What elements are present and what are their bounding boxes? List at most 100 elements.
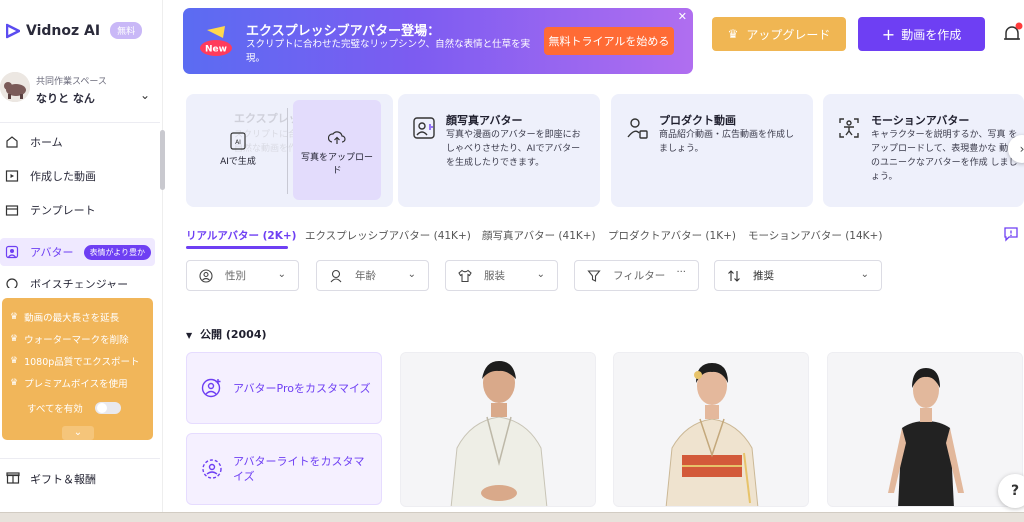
customize-pro-label: アバターProをカスタマイズ (233, 382, 371, 395)
sidebar-item-templates[interactable]: テンプレート (0, 196, 155, 224)
enable-all-row: すべてを有効 (27, 401, 121, 415)
free-badge: 無料 (110, 22, 143, 39)
help-button[interactable]: ? (998, 474, 1024, 508)
card-title: 顔写真アバター (446, 114, 523, 127)
active-tab-indicator (186, 246, 288, 249)
bell-icon[interactable] (1000, 22, 1024, 46)
age-filter-label: 年齢 (355, 270, 376, 282)
tab-photo-avatar[interactable]: 顔写真アバター (41K+) (482, 228, 596, 243)
filter-icon (587, 269, 601, 282)
ai-generate-label: AIで生成 (220, 157, 256, 167)
promo-item-label: プレミアムボイスを使用 (24, 379, 128, 390)
avatar-card-woman-black-dress[interactable] (827, 352, 1023, 507)
gift-label: ギフト＆報酬 (30, 472, 96, 486)
age-filter[interactable]: 年齢 ⌄ (316, 260, 429, 291)
ai-generate-option[interactable]: AI AIで生成 (210, 132, 266, 167)
promo-item: ♛ ウォーターマークを削除 (10, 332, 129, 346)
outfit-filter-label: 服装 (484, 270, 505, 282)
caret-down-icon: ▼ (186, 331, 193, 340)
gender-filter-label: 性別 (225, 270, 246, 282)
card-title: プロダクト動画 (659, 114, 736, 127)
voice-icon (4, 276, 20, 288)
brand-name: Vidnoz AI (26, 22, 101, 39)
avatar-image (401, 353, 595, 506)
card-photo-avatar[interactable]: 顔写真アバター 写真や漫画のアバターを即座にお しゃべりさせたり、AIでアバター… (398, 94, 600, 207)
chevron-down-icon: ⌄ (140, 88, 151, 102)
create-video-label: 動画を作成 (901, 27, 962, 42)
upgrade-button[interactable]: ♛ アップグレード (712, 17, 846, 51)
tab-product-avatar[interactable]: プロダクトアバター (1K+) (608, 228, 736, 243)
svg-text:AI: AI (235, 139, 241, 146)
workspace-switcher[interactable]: 共同作業スペース なりと なん ⌄ (0, 70, 160, 114)
tab-motion-avatar[interactable]: モーションアバター (14K+) (748, 228, 882, 243)
avatar-icon (4, 244, 20, 260)
sidebar-scrollbar[interactable] (160, 130, 165, 190)
gift-icon (6, 470, 20, 487)
promo-item-label: ウォーターマークを削除 (24, 335, 129, 346)
avatar (0, 72, 30, 102)
card-product-video[interactable]: プロダクト動画 商品紹介動画・広告動画を作成し ましょう。 (611, 94, 813, 207)
avatar-card-man-kimono[interactable] (400, 352, 596, 507)
crown-icon: ♛ (10, 378, 19, 388)
gender-filter[interactable]: 性別 ⌄ (186, 260, 299, 291)
close-icon[interactable]: ✕ (678, 10, 687, 23)
sidebar-item-label: 作成した動画 (30, 170, 96, 183)
sidebar-item-avatars[interactable]: アバター 表情がより豊か (0, 238, 155, 266)
upload-photo-option[interactable]: 写真をアップロード (293, 100, 381, 200)
chevron-down-icon: ⌄ (277, 269, 286, 280)
sidebar-item-home[interactable]: ホーム (0, 128, 155, 156)
customize-lite-label: アバターライトをカスタマイズ (233, 455, 365, 483)
promo-item-label: 動画の最大長さを延長 (24, 313, 120, 324)
tab-real-avatar[interactable]: リアルアバター (2K+) (186, 228, 296, 243)
upload-icon (328, 131, 346, 144)
sort-select[interactable]: 推奨 ⌄ (714, 260, 882, 291)
banner-title: エクスプレッシブアバター登場： (246, 24, 441, 39)
chevron-down-icon[interactable]: ⌄ (62, 426, 94, 440)
create-video-button[interactable]: + 動画を作成 (858, 17, 985, 51)
customize-avatar-lite-button[interactable]: アバターライトをカスタマイズ (186, 433, 382, 505)
face-scan-icon (202, 459, 222, 479)
sidebar-item-label: ホーム (30, 136, 63, 149)
shirt-icon (458, 269, 472, 282)
public-section-label: 公開 (2004) (200, 328, 267, 341)
new-badge-icon: New (200, 26, 232, 56)
divider (287, 108, 288, 194)
outfit-filter[interactable]: 服装 ⌄ (445, 260, 558, 291)
more-dots-icon: ··· (676, 267, 686, 278)
banner-description: スクリプトに合わせた完璧なリップシンク、自然な表情と仕草を実現。 (246, 39, 531, 64)
crown-icon: ♛ (727, 27, 739, 41)
divider (0, 458, 160, 459)
sort-select-label: 推奨 (753, 270, 774, 282)
enable-all-label: すべてを有効 (27, 404, 83, 415)
logo[interactable]: Vidnoz AI 無料 (6, 22, 143, 39)
sidebar-item-label: ボイスチェンジャー (30, 278, 129, 288)
sidebar-item-gift[interactable]: ギフト＆報酬 (6, 470, 96, 487)
promo-item: ♛ プレミアムボイスを使用 (10, 376, 128, 390)
card-description: 写真や漫画のアバターを即座にお しゃべりさせたり、AIでアバター を生成したりで… (446, 130, 581, 168)
expressive-badge: 表情がより豊か (83, 244, 152, 260)
home-icon (4, 134, 20, 150)
free-trial-button[interactable]: 無料トライアルを始める (544, 27, 674, 55)
tab-expressive-avatar[interactable]: エクスプレッシブアバター (41K+) (305, 228, 471, 243)
new-badge-text: New (205, 45, 227, 55)
workspace-label: 共同作業スペース (36, 77, 107, 87)
customize-avatar-pro-button[interactable]: アバターProをカスタマイズ (186, 352, 382, 424)
crown-icon: ♛ (10, 312, 19, 322)
feedback-icon[interactable] (1003, 226, 1019, 242)
user-plus-icon (201, 378, 221, 398)
motion-avatar-icon (839, 118, 859, 138)
more-filter[interactable]: フィルター ··· (574, 260, 699, 291)
enable-all-toggle[interactable] (94, 402, 121, 414)
card-expressive-avatar[interactable]: エクスプレッシブアバター スクリプトに合わせた表情・仕草で自然な動画を作成 AI… (186, 94, 393, 207)
sidebar-item-voice-changer[interactable]: ボイスチェンジャー (0, 272, 155, 288)
card-motion-avatar[interactable]: モーションアバター キャラクターを説明するか、写真 をアップロードして、表現豊か… (823, 94, 1024, 207)
gender-icon (199, 268, 213, 283)
public-section-title[interactable]: ▼ 公開 (2004) (186, 326, 267, 342)
card-overlay: AI AIで生成 写真をアップロード (186, 94, 393, 207)
card-title: モーションアバター (871, 114, 970, 127)
video-icon (4, 168, 20, 184)
premium-features-panel: ♛ 動画の最大長さを延長 ♛ ウォーターマークを削除 ♛ 1080p品質でエクス… (2, 298, 153, 440)
sidebar-item-created-videos[interactable]: 作成した動画 (0, 162, 155, 190)
avatar-card-woman-kimono[interactable] (613, 352, 809, 507)
card-description: 商品紹介動画・広告動画を作成し ましょう。 (659, 130, 795, 154)
